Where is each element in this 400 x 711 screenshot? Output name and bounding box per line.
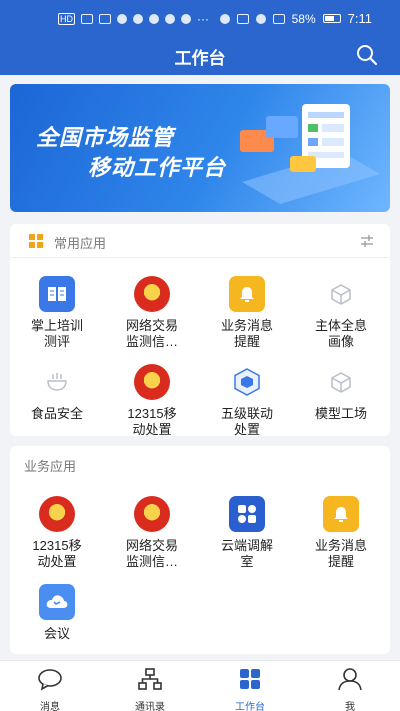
common-apps-title: 常用应用 bbox=[54, 236, 107, 251]
app-label: 主体全息 画像 bbox=[314, 318, 367, 349]
status-left-icons: HD ··· bbox=[58, 12, 209, 26]
signal-icon bbox=[81, 14, 93, 24]
app-entity-holographic-profile[interactable]: 主体全息 画像 bbox=[296, 276, 386, 350]
adjust-icon[interactable] bbox=[360, 234, 374, 248]
app-model-factory[interactable]: 模型工场 bbox=[296, 364, 386, 422]
app-label: 掌上培训 测评 bbox=[30, 318, 83, 349]
app-label: 云端调解 室 bbox=[220, 538, 273, 569]
app-notification-icon bbox=[117, 14, 127, 24]
org-chart-icon bbox=[138, 668, 162, 690]
app-12315-mobile-handling[interactable]: 12315移 动处置 bbox=[107, 364, 197, 438]
bell-icon bbox=[229, 276, 265, 312]
app-training-assessment[interactable]: 掌上培训 测评 bbox=[12, 276, 102, 350]
banner-title-line2: 移动工作平台 bbox=[88, 155, 227, 180]
app-label: 五级联动 处置 bbox=[220, 406, 273, 437]
status-time: 7:11 bbox=[347, 11, 372, 26]
nav-label: 消息 bbox=[40, 702, 60, 711]
nav-label: 通讯录 bbox=[135, 702, 165, 711]
app-online-trade-monitor[interactable]: 网络交易 监测信… bbox=[107, 496, 197, 570]
status-bar: HD ··· 58% 7:11 bbox=[0, 0, 400, 36]
bluetooth-icon bbox=[255, 13, 266, 24]
book-icon bbox=[39, 276, 75, 312]
phone-cloud-icon bbox=[39, 584, 75, 620]
nav-label: 我 bbox=[345, 702, 355, 711]
business-apps-header: 业务应用 bbox=[10, 446, 390, 480]
app-label: 12315移 动处置 bbox=[32, 538, 82, 569]
nav-messages[interactable]: 消息 bbox=[0, 667, 100, 711]
app-business-message-reminder[interactable]: 业务消息 提醒 bbox=[296, 496, 386, 570]
app-label: 业务消息 提醒 bbox=[220, 318, 273, 349]
hexagon-cube-icon bbox=[229, 364, 265, 400]
status-right-icons: 58% 7:11 bbox=[219, 11, 372, 26]
app-label: 模型工场 bbox=[314, 406, 367, 421]
app-label: 会议 bbox=[43, 626, 70, 641]
heart-notification-icon bbox=[149, 14, 159, 24]
nav-contacts[interactable]: 通讯录 bbox=[100, 667, 200, 711]
wifi-icon bbox=[99, 14, 111, 24]
apps-grid-icon bbox=[29, 234, 43, 248]
app-label: 网络交易 监测信… bbox=[125, 318, 178, 349]
signal-text: HD bbox=[58, 13, 75, 25]
national-emblem-icon bbox=[134, 496, 170, 532]
cube-icon bbox=[323, 276, 359, 312]
eye-icon bbox=[219, 13, 230, 24]
app-label: 业务消息 提醒 bbox=[314, 538, 367, 569]
business-apps-title: 业务应用 bbox=[24, 459, 77, 474]
workbench-grid-icon bbox=[240, 669, 260, 689]
app2-notification-icon bbox=[165, 14, 175, 24]
person-icon bbox=[338, 668, 362, 691]
battery-percent: 58% bbox=[291, 11, 316, 26]
platform-illustration-icon bbox=[240, 104, 380, 204]
app-online-trade-monitor[interactable]: 网络交易 监测信… bbox=[107, 276, 197, 350]
national-emblem-icon bbox=[134, 276, 170, 312]
chat-bubble-icon bbox=[38, 669, 62, 691]
bell-icon bbox=[323, 496, 359, 532]
page-title: 工作台 bbox=[174, 49, 226, 68]
app-label: 12315移 动处置 bbox=[127, 406, 177, 437]
app-business-message-reminder[interactable]: 业务消息 提醒 bbox=[202, 276, 292, 350]
app-five-level-linkage[interactable]: 五级联动 处置 bbox=[202, 364, 292, 438]
more-dots-icon: ··· bbox=[197, 12, 209, 26]
banner[interactable]: 全国市场监管 移动工作平台 bbox=[10, 84, 390, 212]
battery-icon bbox=[322, 14, 341, 23]
cube-icon bbox=[323, 364, 359, 400]
food-bowl-icon bbox=[39, 364, 75, 400]
app-label: 食品安全 bbox=[30, 406, 83, 421]
emblem-notification-icon bbox=[133, 14, 143, 24]
search-icon[interactable] bbox=[356, 44, 378, 66]
dots-grid-icon bbox=[229, 496, 265, 532]
nfc-icon bbox=[236, 13, 249, 24]
national-emblem-icon bbox=[134, 364, 170, 400]
national-emblem-icon bbox=[39, 496, 75, 532]
business-apps-panel: 业务应用 12315移 动处置 网络交易 监测信… 云端调解 室 业务消息 提醒… bbox=[10, 446, 390, 654]
top-bar: HD ··· 58% 7:11 工作台 bbox=[0, 0, 400, 75]
bottom-nav: 消息 通讯录 工作台 我 bbox=[0, 660, 400, 711]
vibrate-icon bbox=[272, 13, 285, 24]
app-food-safety[interactable]: 食品安全 bbox=[12, 364, 102, 422]
app-label: 网络交易 监测信… bbox=[125, 538, 178, 569]
common-apps-header: 常用应用 bbox=[10, 224, 390, 258]
app-meeting[interactable]: 会议 bbox=[12, 584, 102, 642]
nav-me[interactable]: 我 bbox=[300, 667, 400, 711]
app-cloud-mediation-room[interactable]: 云端调解 室 bbox=[202, 496, 292, 570]
app-12315-mobile-handling[interactable]: 12315移 动处置 bbox=[12, 496, 102, 570]
banner-title-line1: 全国市场监管 bbox=[36, 125, 175, 150]
common-apps-panel: 常用应用 掌上培训 测评 网络交易 监测信… 业务消息 提醒 主体全息 画像 食… bbox=[10, 224, 390, 438]
search-notification-icon bbox=[181, 14, 191, 24]
nav-label: 工作台 bbox=[235, 702, 265, 711]
nav-workbench[interactable]: 工作台 bbox=[200, 667, 300, 711]
